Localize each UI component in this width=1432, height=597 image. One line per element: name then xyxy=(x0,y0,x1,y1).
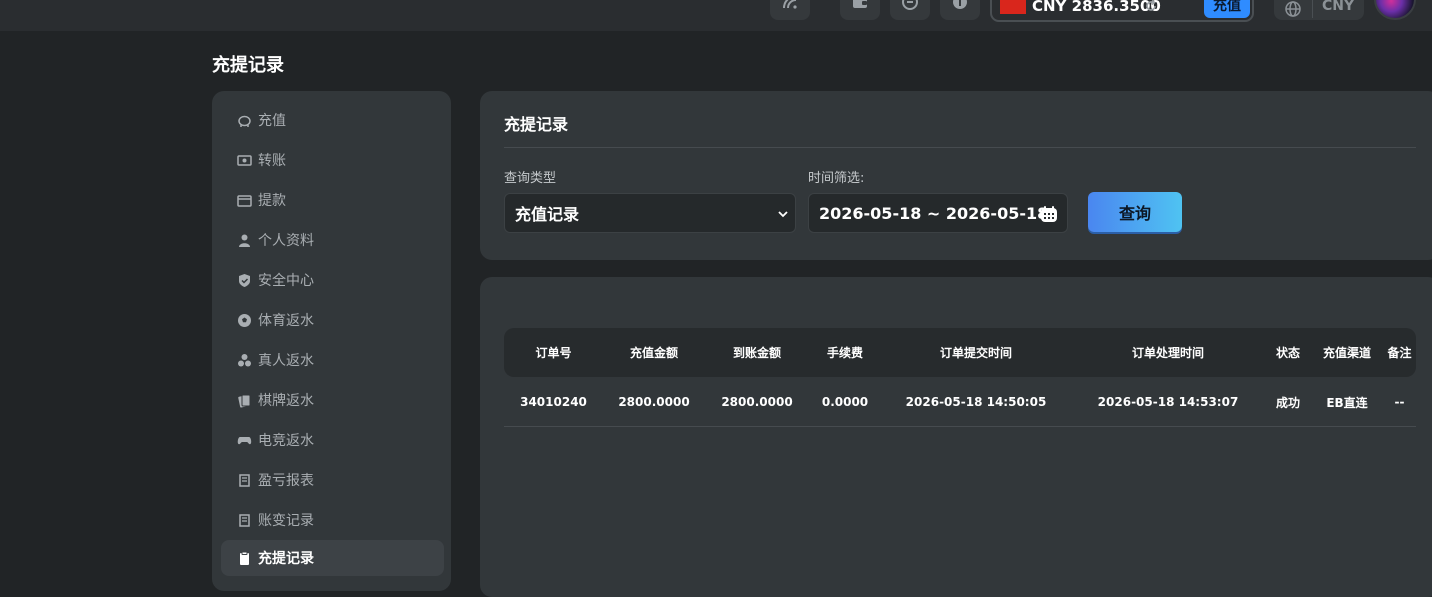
column-header-deposit-amount: 充值金额 xyxy=(629,346,678,360)
sidebar-item-withdraw[interactable]: 提款 xyxy=(221,182,444,218)
sidebar-item-label: 电竞返水 xyxy=(258,433,314,449)
balance-display: CNY 2836.3500 充值 xyxy=(990,0,1254,22)
wallet-icon xyxy=(853,0,867,8)
top-bar: CNY 2836.3500 充值 CNY xyxy=(0,0,1432,31)
chips-icon xyxy=(238,353,251,366)
money-icon xyxy=(237,154,252,166)
deposit-button[interactable]: 充值 xyxy=(1204,0,1250,18)
cell-process-time: 2026-05-18 14:53:07 xyxy=(1097,395,1239,409)
scroll-icon xyxy=(239,473,250,487)
cell-deposit-amount: 2800.0000 xyxy=(618,395,690,409)
sidebar-item-label: 账变记录 xyxy=(258,513,314,529)
signal-icon xyxy=(783,0,797,9)
cell-remark: -- xyxy=(1394,395,1405,409)
coin-icon xyxy=(953,0,967,9)
clipboard-icon xyxy=(240,551,249,565)
sidebar-item-label: 体育返水 xyxy=(258,313,314,329)
chevron-down-icon xyxy=(778,211,788,218)
time-filter-label: 时间筛选: xyxy=(808,171,865,186)
cards-icon xyxy=(238,394,251,408)
currency-label: CNY xyxy=(1322,0,1355,14)
sidebar-item-label: 个人资料 xyxy=(258,233,314,249)
sidebar-item-label: 安全中心 xyxy=(258,273,314,289)
column-header-fee: 手续费 xyxy=(826,346,863,360)
sidebar-item-esports-rebate[interactable]: 电竞返水 xyxy=(221,422,444,458)
query-button[interactable]: 查询 xyxy=(1088,192,1182,232)
sidebar-item-label: 真人返水 xyxy=(258,353,314,369)
page-title: 充提记录 xyxy=(212,55,284,76)
query-type-label: 查询类型 xyxy=(504,171,557,186)
calendar-icon xyxy=(1041,206,1057,222)
sidebar-item-account-changes[interactable]: 账变记录 xyxy=(221,502,444,538)
filter-card: 充提记录 查询类型 充值记录 时间筛选: 2026-05-18 ~ 2026-0… xyxy=(480,91,1432,260)
sidebar-item-transfer[interactable]: 转账 xyxy=(221,142,444,178)
wallet-icon xyxy=(237,194,252,207)
cell-fee: 0.0000 xyxy=(821,395,869,409)
date-range-value: 2026-05-18 ~ 2026-05-18 xyxy=(819,203,1049,223)
scroll-icon xyxy=(239,513,250,527)
china-flag-icon xyxy=(1000,0,1026,14)
query-type-select[interactable]: 充值记录 xyxy=(504,193,796,233)
divider xyxy=(504,147,1416,148)
column-header-channel: 充值渠道 xyxy=(1322,346,1371,360)
sidebar-item-profile[interactable]: 个人资料 xyxy=(221,222,444,258)
date-range-picker[interactable]: 2026-05-18 ~ 2026-05-18 xyxy=(808,193,1068,233)
card-title: 充提记录 xyxy=(504,115,569,134)
column-header-credited-amount: 到账金额 xyxy=(732,346,781,360)
sidebar: 充值 转账 提款 个人资料 安全中心 体育返水 真人返水 棋牌返水 电竞返水 盈… xyxy=(212,91,451,591)
gamepad-icon xyxy=(237,436,252,444)
cell-status: 成功 xyxy=(1275,395,1300,410)
sidebar-item-sports-rebate[interactable]: 体育返水 xyxy=(221,302,444,338)
avatar[interactable] xyxy=(1374,0,1416,20)
sidebar-item-deposit[interactable]: 充值 xyxy=(221,102,444,138)
sidebar-item-label: 转账 xyxy=(258,153,286,169)
column-header-status: 状态 xyxy=(1275,346,1300,360)
sidebar-item-deposit-withdraw-records[interactable]: 充提记录 xyxy=(221,540,444,576)
language-currency-button[interactable]: CNY xyxy=(1274,0,1364,20)
withdraw-button[interactable] xyxy=(940,0,980,20)
cell-credited-amount: 2800.0000 xyxy=(721,395,793,409)
table-header: 订单号 充值金额 到账金额 手续费 订单提交时间 订单处理时间 状态 充值渠道 … xyxy=(504,328,1416,377)
exchange-button[interactable] xyxy=(890,0,930,20)
wallet-button[interactable] xyxy=(840,0,880,20)
cell-submit-time: 2026-05-18 14:50:05 xyxy=(905,395,1047,409)
column-header-remark: 备注 xyxy=(1387,346,1412,360)
sidebar-item-live-rebate[interactable]: 真人返水 xyxy=(221,342,444,378)
cell-channel: EB直连 xyxy=(1326,395,1368,410)
sidebar-item-label: 充提记录 xyxy=(258,551,314,567)
refresh-icon[interactable] xyxy=(1144,0,1158,13)
divider xyxy=(1312,0,1313,18)
column-header-process-time: 订单处理时间 xyxy=(1131,346,1204,360)
globe-icon xyxy=(1285,1,1301,17)
balance-amount: CNY 2836.3500 xyxy=(1032,0,1161,15)
user-icon xyxy=(239,234,250,247)
sidebar-item-label: 充值 xyxy=(258,113,286,129)
records-table-card: 订单号 充值金额 到账金额 手续费 订单提交时间 订单处理时间 状态 充值渠道 … xyxy=(480,277,1432,597)
soccer-ball-icon xyxy=(238,313,251,327)
sidebar-item-label: 棋牌返水 xyxy=(258,393,314,409)
cell-order-id: 34010240 xyxy=(520,395,587,409)
sidebar-item-pnl-report[interactable]: 盈亏报表 xyxy=(221,462,444,498)
column-header-submit-time: 订单提交时间 xyxy=(939,346,1012,360)
shield-icon xyxy=(239,273,250,287)
sidebar-item-chess-rebate[interactable]: 棋牌返水 xyxy=(221,382,444,418)
piggy-bank-icon xyxy=(238,115,251,127)
sidebar-item-label: 提款 xyxy=(258,193,286,209)
column-header-order-id: 订单号 xyxy=(535,346,572,360)
table-row: 34010240 2800.0000 2800.0000 0.0000 2026… xyxy=(504,377,1416,427)
sidebar-item-label: 盈亏报表 xyxy=(258,473,314,489)
sidebar-item-security[interactable]: 安全中心 xyxy=(221,262,444,298)
signal-button[interactable] xyxy=(770,0,810,20)
exchange-icon xyxy=(902,0,918,10)
query-type-value: 充值记录 xyxy=(515,205,580,224)
